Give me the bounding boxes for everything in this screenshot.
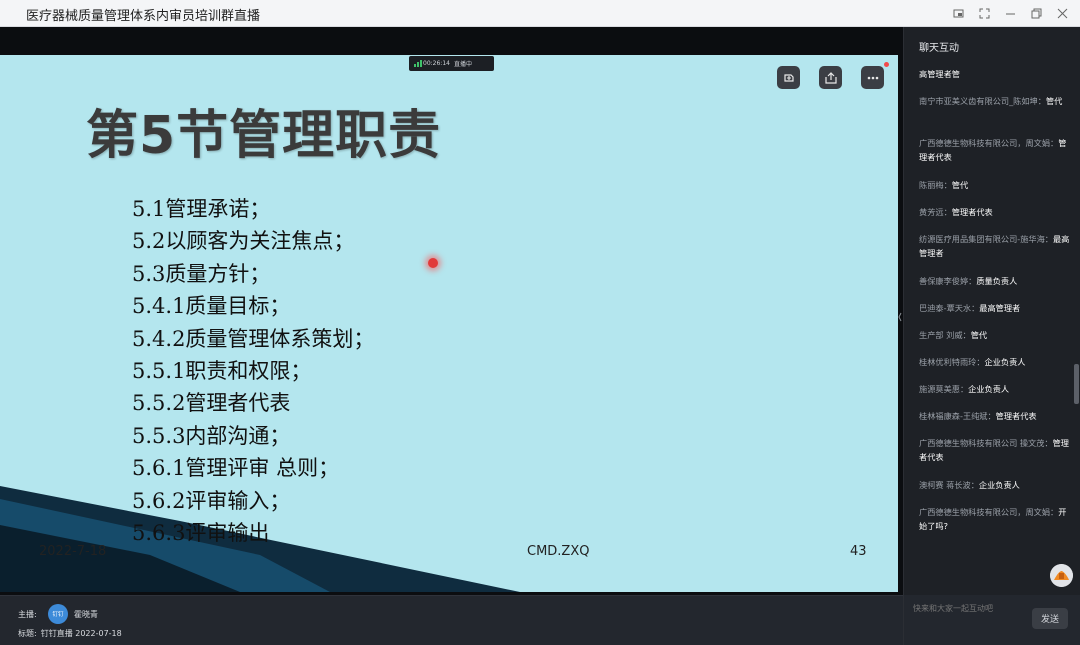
chat-message-text: 管理者代表 [951,207,993,217]
presentation-slide: 第5节管理职责 5.1管理承诺； 5.2以顾客为关注焦点； 5.3质量方针； 5… [0,55,898,592]
chat-message: 黄芳远：管理者代表 [919,205,1071,219]
window-titlebar: 医疗器械质量管理体系内审员培训群直播 [0,0,1080,27]
live-state: 直播中 [453,61,472,68]
chat-message-text: 高管理者管 [919,69,960,79]
chat-message: 桂林福康森-王纯斌：管理者代表 [919,409,1071,423]
chat-sender: 施源莫美惠： [919,384,969,394]
chat-message: 生产部 刘威：管代 [919,328,1071,342]
slide-list-item: 5.4.1质量目标； [132,294,291,319]
slide-list: 5.1管理承诺； 5.2以顾客为关注焦点； 5.3质量方针； 5.4.1质量目标… [132,193,374,549]
chat-sender: 黄芳远： [919,207,952,217]
chat-message: 南宁市亚美义齿有限公司_陈如坤：管代 [919,94,1071,108]
viewer-avatar[interactable] [1050,564,1073,587]
chat-message-text: 管理者代表 [995,411,1037,421]
slide-list-item: 5.5.3内部沟通； [132,423,291,448]
chat-message: 高管理者管 [919,67,1071,81]
slide-list-item: 5.6.2评审输入； [132,488,291,513]
close-icon[interactable] [1052,4,1072,22]
chat-message-text: 管代 [970,330,988,340]
fullscreen-icon[interactable] [974,4,994,22]
chat-sender: 善保康李俊婷： [919,276,977,286]
slide-list-item: 5.6.3评审输出 [132,520,270,545]
slide-footer-center: CMD.ZXQ [527,544,590,559]
chat-message: 广西德德生物科技有限公司，周文娟：开始了吗? [919,505,1071,533]
chat-message-text: 企业负责人 [984,357,1026,367]
chat-message: 善保康李俊婷：质量负责人 [919,274,1071,288]
chat-scrollbar[interactable] [1074,364,1079,404]
topic-label: 标题: [18,629,37,638]
chat-sender: 巴迪泰-覃天水： [919,303,980,313]
share-button[interactable] [819,66,842,89]
topic-text: 钉钉直播 2022-07-18 [40,629,122,638]
chat-message: 巴迪泰-覃天水：最高管理者 [919,301,1071,315]
chat-message: 广西德德生物科技有限公司 操文茂：管理者代表 [919,436,1071,464]
chat-message-text: 质量负责人 [976,276,1018,286]
pin-icon[interactable] [948,4,968,22]
chat-message-text: 管代 [951,180,969,190]
switch-camera-button[interactable] [777,66,800,89]
slide-list-item: 5.5.1职责和权限； [132,358,312,383]
chat-sender: 南宁市亚美义齿有限公司_陈如坤： [919,96,1046,106]
host-info-bar: 主播: 钉钉 霍晓青 标题: 钉钉直播 2022-07-18 [0,595,903,645]
more-icon [867,76,878,79]
chat-sender: 纺源医疗用品集团有限公司-施华海： [919,234,1053,244]
chat-message-text: 企业负责人 [968,384,1010,394]
chat-message: 澳柯赛 蒋长波：企业负责人 [919,478,1071,492]
laser-pointer [428,258,438,268]
switch-camera-icon [783,73,794,82]
chat-message: 纺源医疗用品集团有限公司-施华海：最高管理者 [919,232,1071,260]
chat-message-text: 最高管理者 [979,303,1021,313]
slide-title: 第5节管理职责 [86,106,442,166]
chat-sender: 广西德德生物科技有限公司 操文茂： [919,438,1053,448]
slide-list-item: 5.4.2质量管理体系策划； [132,326,375,351]
chat-title: 聊天互动 [919,43,959,54]
chat-sender: 桂林优利特雨玲： [919,357,985,367]
host-name: 霍晓青 [74,610,98,619]
chat-panel: 聊天互动 高管理者管 南宁市亚美义齿有限公司_陈如坤：管代 广西德德生物科技有限… [903,27,1080,595]
chat-message: 广西德德生物科技有限公司，周文娟：管理者代表 [919,136,1071,164]
live-status-pill: 00:26:14 直播中 [409,56,494,71]
chat-message-text: 管代 [1045,96,1063,106]
slide-list-item: 5.3质量方针； [132,261,271,286]
window-controls [948,4,1072,22]
chat-input-area: 发送 [903,595,1080,645]
topic-line: 标题: 钉钉直播 2022-07-18 [18,628,122,639]
minimize-icon[interactable] [1000,4,1020,22]
video-area: 第5节管理职责 5.1管理承诺； 5.2以顾客为关注焦点； 5.3质量方针； 5… [0,27,903,595]
live-duration: 00:26:14 [423,60,450,67]
slide-list-item: 5.5.2管理者代表 [132,391,291,416]
slide-page-number: 43 [850,544,867,559]
window-title: 医疗器械质量管理体系内审员培训群直播 [26,9,261,24]
chat-sender: 广西德德生物科技有限公司，周文娟： [919,138,1059,148]
host-label: 主播: [18,610,37,619]
chat-sender: 澳柯赛 蒋长波： [919,480,979,490]
slide-list-item: 5.1管理承诺； [132,197,271,221]
chat-sender: 桂林福康森-王纯斌： [919,411,996,421]
slide-list-item: 5.2以顾客为关注焦点； [132,229,355,254]
chat-input[interactable] [913,604,1033,613]
chat-sender: 广西德德生物科技有限公司，周文娟： [919,507,1059,517]
notification-dot [884,62,889,67]
host-avatar[interactable]: 钉钉 [48,604,68,624]
slide-date: 2022-7-18 [39,544,107,559]
restore-icon[interactable] [1026,4,1046,22]
chat-sender: 生产部 刘威： [919,330,971,340]
send-button[interactable]: 发送 [1032,608,1068,629]
more-button[interactable] [861,66,884,89]
chat-message: 桂林优利特雨玲：企业负责人 [919,355,1071,369]
signal-icon [414,60,422,67]
chat-message-text: 企业负责人 [978,480,1020,490]
chat-message: 施源莫美惠：企业负责人 [919,382,1071,396]
chat-sender: 陈丽梅： [919,180,952,190]
share-icon [824,71,837,84]
slide-list-item: 5.6.1管理评审 总则； [132,456,340,481]
user-avatar-icon [1050,564,1073,587]
chat-message: 陈丽梅：管代 [919,178,1071,192]
